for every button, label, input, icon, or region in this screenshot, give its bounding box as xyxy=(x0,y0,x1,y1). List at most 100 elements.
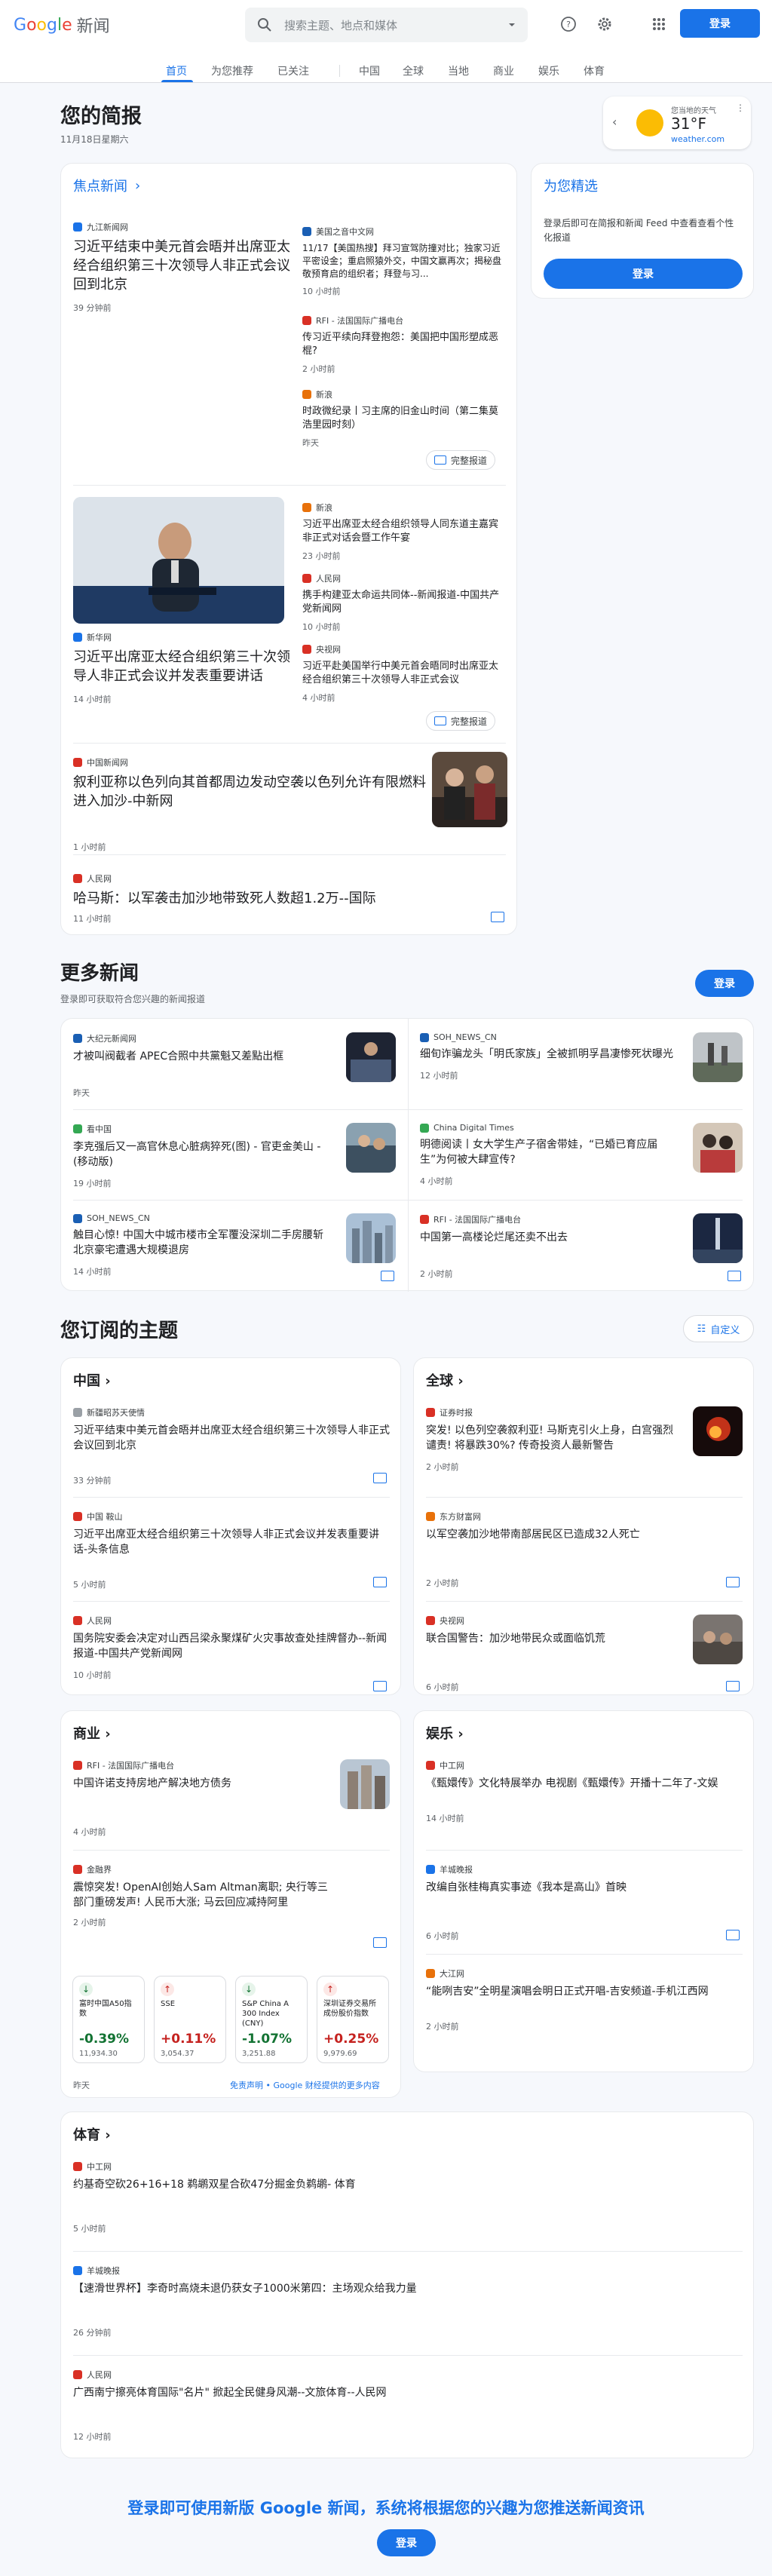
news-thumbnail[interactable] xyxy=(346,1123,396,1173)
dropdown-icon[interactable] xyxy=(507,20,517,30)
topic-item[interactable]: 人民网 国务院安委会决定对山西吕梁永聚煤矿火灾事故查处挂牌督办--新闻报道-中国… xyxy=(73,1615,390,1681)
news-item[interactable]: SOH_NEWS_CN 细旬诈骗龙头「明氏家族」全被抓明孚昌凄惨死状曝光 12 … xyxy=(420,1032,676,1081)
tab-local[interactable]: 当地 xyxy=(448,63,469,78)
stock-tile[interactable]: ↑ 深圳证券交易所成份股价指数 +0.25% 9,979.69 xyxy=(317,1976,389,2063)
top-stories-title[interactable]: 焦点新闻 › xyxy=(73,176,140,195)
topic-title[interactable]: 娱乐 › xyxy=(426,1723,464,1743)
news-item[interactable]: RFI - 法国国际广播电台 中国第一高楼论烂尾还卖不出去 2 小时前 xyxy=(420,1213,676,1280)
google-news-logo[interactable]: Google 新闻 xyxy=(14,14,110,37)
story-side[interactable]: 新浪 习近平出席亚太经合组织领导人同东道主嘉宾非正式对话会暨工作午宴 23 小时… xyxy=(302,501,507,562)
headline: 改编自张桂梅真实事迹《我本是高山》首映 xyxy=(426,1881,626,1894)
topic-item[interactable]: 央视网 联合国警告：加沙地带民众或面临饥荒 6 小时前 xyxy=(426,1615,682,1693)
customize-button[interactable]: ☷ 自定义 xyxy=(683,1315,754,1342)
topic-item[interactable]: 中国 鞍山 习近平出席亚太经合组织第三十次领导人非正式会议并发表重要讲话-头条信… xyxy=(73,1510,390,1590)
full-coverage-icon[interactable] xyxy=(726,1930,740,1940)
full-coverage-icon[interactable] xyxy=(728,1271,741,1281)
story-side[interactable]: 人民网 携手构建亚太命运共同体--新闻报道-中国共产党新闻网 10 小时前 xyxy=(302,572,507,633)
more-news-title: 更多新闻 xyxy=(60,962,139,985)
story-side[interactable]: 新浪 时政微纪录丨习主席的旧金山时间（第二集莫浩里园时刻） 昨天 xyxy=(302,388,507,449)
full-coverage-icon[interactable] xyxy=(373,1577,387,1587)
settings-gear-icon[interactable] xyxy=(594,14,615,35)
tab-following[interactable]: 已关注 xyxy=(277,63,309,78)
help-icon[interactable]: ? xyxy=(558,14,579,35)
story-main[interactable]: 九江新闻网 习近平结束中美元首会晤并出席亚太经合组织第三十次领导人非正式会议回到… xyxy=(73,221,292,314)
more-options-icon[interactable]: ⋮ xyxy=(736,103,745,113)
tab-for-you[interactable]: 为您推荐 xyxy=(211,63,253,78)
topic-title[interactable]: 全球 › xyxy=(426,1370,464,1390)
topic-item[interactable]: 东方财富网 以军空袭加沙地带南部居民区已造成32人死亡 2 小时前 xyxy=(426,1510,743,1589)
source-logo-icon xyxy=(73,633,82,642)
topic-card-china: 中国 › 新疆昭苏天使情 习近平结束中美元首会晤并出席亚太经合组织第三十次领导人… xyxy=(60,1357,401,1695)
topic-item[interactable]: 中工网 《甄嬛传》文化特展举办 电视剧《甄嬛传》开播十二年了-文娱 14 小时前 xyxy=(426,1759,743,1824)
picks-login-button[interactable]: 登录 xyxy=(544,259,743,289)
topic-title-text: 商业 xyxy=(73,1726,100,1742)
footer-login-button[interactable]: 登录 xyxy=(377,2529,436,2556)
stock-tile[interactable]: ↓ S&P China A 300 Index (CNY) -1.07% 3,2… xyxy=(235,1976,308,2063)
headline: 触目心惊! 中国大中城市楼市全军覆没深圳二手房腰斩北京豪宅遭遇大规模退房 xyxy=(73,1229,324,1256)
full-coverage-icon[interactable] xyxy=(726,1577,740,1587)
tab-china[interactable]: 中国 xyxy=(359,63,380,78)
full-coverage-icon[interactable] xyxy=(373,1473,387,1483)
full-coverage-icon[interactable] xyxy=(373,1937,387,1948)
tab-business[interactable]: 商业 xyxy=(493,63,514,78)
full-coverage-icon[interactable] xyxy=(381,1271,394,1281)
timestamp: 2 小时前 xyxy=(426,1462,459,1472)
news-thumbnail[interactable] xyxy=(693,1615,743,1664)
news-thumbnail[interactable] xyxy=(693,1032,743,1082)
topic-title[interactable]: 商业 › xyxy=(73,1723,111,1743)
full-coverage-icon[interactable] xyxy=(726,1681,740,1691)
story-image[interactable] xyxy=(73,497,284,624)
more-news-login-button[interactable]: 登录 xyxy=(695,970,754,997)
photo xyxy=(346,1032,396,1082)
news-item[interactable]: 大纪元新闻网 才被叫阀截者 APEC合照中共黨魁又差點出框 昨天 xyxy=(73,1032,329,1099)
tab-entertainment[interactable]: 娱乐 xyxy=(538,63,559,78)
stock-tile[interactable]: ↓ 富时中国A50指数 -0.39% 11,934.30 xyxy=(72,1976,145,2063)
tab-world[interactable]: 全球 xyxy=(403,63,424,78)
full-coverage-icon[interactable] xyxy=(491,912,504,922)
story-item[interactable]: 中国新闻网 叙利亚称以色列向其首都周边发动空袭以色列允许有限燃料进入加沙-中新网… xyxy=(73,756,427,853)
full-coverage-icon[interactable] xyxy=(373,1681,387,1691)
weather-widget[interactable]: ‹ 您当地的天气 31°F weather.com ⋮ xyxy=(603,97,751,149)
header-login-button[interactable]: 登录 xyxy=(680,9,760,38)
topic-item[interactable]: 大江网 “能咧吉安”全明星演唱会明日正式开唱-吉安频道-手机江西网 2 小时前 xyxy=(426,1967,743,2032)
chevron-left-icon[interactable]: ‹ xyxy=(612,115,617,129)
more-news-card: 大纪元新闻网 才被叫阀截者 APEC合照中共黨魁又差點出框 昨天 SOH_NEW… xyxy=(60,1018,754,1292)
topic-title[interactable]: 体育 › xyxy=(73,2124,111,2144)
news-item[interactable]: SOH_NEWS_CN 触目心惊! 中国大中城市楼市全军覆没深圳二手房腰斩北京豪… xyxy=(73,1213,329,1277)
timestamp: 昨天 xyxy=(73,1088,90,1098)
topic-item[interactable]: RFI - 法国国际广播电台 中国许诺支持房地产解决地方债务 4 小时前 xyxy=(73,1759,329,1838)
news-thumbnail[interactable] xyxy=(346,1213,396,1263)
source-name: RFI - 法国国际广播电台 xyxy=(433,1215,522,1225)
finance-disclaimer-link[interactable]: 免责声明 • Google 财经提供的更多内容 xyxy=(230,2079,380,2091)
full-coverage-button[interactable]: 完整报道 xyxy=(426,450,496,470)
weather-source[interactable]: weather.com xyxy=(671,134,725,144)
topic-item[interactable]: 人民网 广西南宁擦亮体育国际"名片" 掀起全民健身风潮--文旅体育--人民网 1… xyxy=(73,2369,721,2443)
story-thumbnail[interactable] xyxy=(432,752,507,827)
story-main[interactable]: 新华网 习近平出席亚太经合组织第三十次领导人非正式会议并发表重要讲话 14 小时… xyxy=(73,631,292,705)
topic-item[interactable]: 证券时报 突发! 以色列空袭叙利亚! 马斯克引火上身，白宫强烈谴责! 将暴跌30… xyxy=(426,1406,682,1473)
news-item[interactable]: 看中国 李克强后又一高官休息心脏病猝死(图) - 官吏金美山 - (移动版) 1… xyxy=(73,1123,329,1189)
topic-item[interactable]: 羊城晚报 改编自张桂梅真实事迹《我本是高山》首映 6 小时前 xyxy=(426,1863,743,1942)
full-coverage-button[interactable]: 完整报道 xyxy=(426,711,496,731)
news-thumbnail[interactable] xyxy=(693,1406,743,1456)
topic-item[interactable]: 新疆昭苏天使情 习近平结束中美元首会晤并出席亚太经合组织第三十次领导人非正式会议… xyxy=(73,1406,390,1486)
news-thumbnail[interactable] xyxy=(693,1213,743,1263)
story-side[interactable]: 央视网 习近平赴美国举行中美元首会晤同时出席亚太经合组织第三十次领导人非正式会议… xyxy=(302,643,507,704)
tab-sports[interactable]: 体育 xyxy=(584,63,605,78)
story-side[interactable]: RFI - 法国国际广播电台 传习近平续向拜登抱怨：美国把中国形塑成恶棍? 2 … xyxy=(302,314,507,375)
search-box[interactable]: 搜索主题、地点和媒体 xyxy=(245,8,528,42)
topic-item[interactable]: 金融界 震惊突发! OpenAI创始人Sam Altman离职; 央行等三部门重… xyxy=(73,1863,329,1928)
topic-title-text: 体育 xyxy=(73,2127,100,2143)
topic-title[interactable]: 中国 › xyxy=(73,1370,111,1390)
news-thumbnail[interactable] xyxy=(340,1759,390,1809)
apps-grid-icon[interactable] xyxy=(648,14,669,35)
news-thumbnail[interactable] xyxy=(346,1032,396,1082)
stock-tile[interactable]: ↑ SSE +0.11% 3,054.37 xyxy=(154,1976,226,2063)
topic-item[interactable]: 羊城晚报 【速滑世界杯】李奇时高烧未退仍获女子1000米第四：主场观众给我力量 … xyxy=(73,2265,721,2338)
news-item[interactable]: China Digital Times 明德阅读丨女大学生产子宿舍带娃，“已婚已… xyxy=(420,1123,676,1187)
story-item[interactable]: 人民网 哈马斯：以军袭击加沙地带致死人数超1.2万--国际 11 小时前 xyxy=(73,872,495,925)
story-side[interactable]: 美国之音中文网 11/17【美国热搜】拜习宣驾防撞对比；独家习近平密设金；重启照… xyxy=(302,225,507,297)
news-thumbnail[interactable] xyxy=(693,1123,743,1173)
tab-home[interactable]: 首页 xyxy=(166,63,187,78)
topic-item[interactable]: 中工网 约基奇空砍26+16+18 鹈鹕双星合砍47分掘金负鹈鹕- 体育 5 小… xyxy=(73,2160,721,2234)
